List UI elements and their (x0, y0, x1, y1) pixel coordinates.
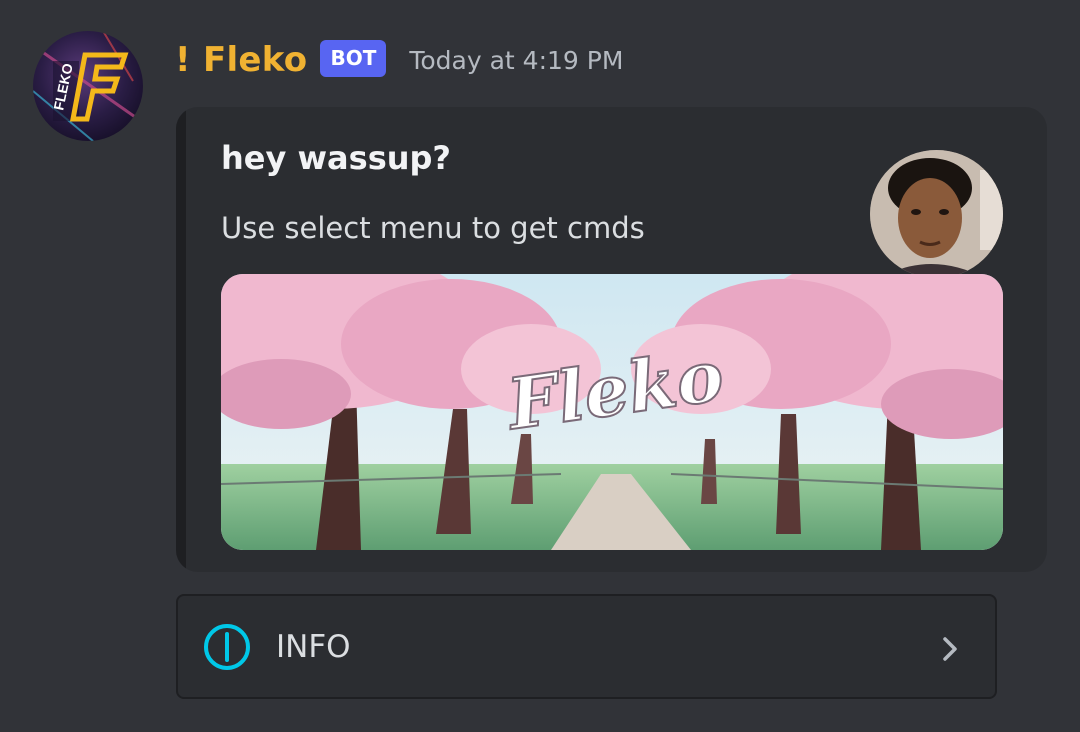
select-option-label: INFO (276, 628, 351, 665)
fleko-logo-icon: FLEKO (33, 31, 143, 141)
message-embed: hey wassup? Use select menu to get cmds (176, 107, 1047, 572)
embed-image[interactable]: Fleko (221, 274, 1003, 550)
chevron-right-icon (943, 637, 957, 661)
bot-avatar[interactable]: FLEKO (33, 31, 143, 141)
embed-title: hey wassup? (221, 139, 451, 177)
cherry-blossom-banner: Fleko (221, 274, 1003, 550)
info-icon (204, 623, 250, 670)
timestamp: Today at 4:19 PM (409, 45, 624, 75)
message-header: ! Fleko BOT Today at 4:19 PM (175, 38, 623, 82)
embed-thumbnail[interactable] (870, 150, 1003, 278)
select-menu[interactable]: INFO (176, 594, 997, 699)
bot-badge: BOT (320, 39, 387, 77)
username[interactable]: ! Fleko (175, 40, 307, 80)
embed-accent-bar (176, 107, 186, 572)
embed-description: Use select menu to get cmds (221, 211, 645, 245)
user-photo (870, 150, 1003, 278)
